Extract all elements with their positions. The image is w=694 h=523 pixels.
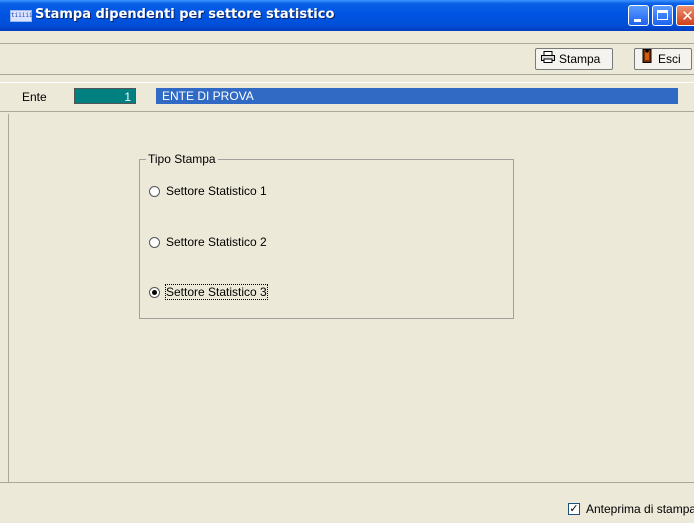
minimize-button[interactable] — [628, 5, 649, 26]
door-exit-icon — [639, 49, 655, 69]
stampa-button[interactable]: Stampa — [535, 48, 613, 70]
anteprima-label: Anteprima di stampa — [586, 502, 694, 516]
ente-name-field: ENTE DI PROVA — [156, 88, 678, 104]
app-icon: tiiiii — [10, 10, 33, 22]
radio-option-settore-1[interactable]: Settore Statistico 1 — [149, 183, 267, 199]
radio-button[interactable] — [149, 236, 160, 248]
esci-button[interactable]: Esci — [634, 48, 692, 70]
stampa-label: Stampa — [559, 52, 601, 66]
radio-button[interactable] — [149, 185, 160, 197]
close-button[interactable]: ✕ — [676, 5, 694, 26]
menu-strip — [0, 31, 694, 44]
radio-label: Settore Statistico 2 — [166, 235, 267, 249]
radio-label: Settore Statistico 1 — [166, 184, 267, 198]
radio-option-settore-3[interactable]: Settore Statistico 3 — [149, 284, 268, 300]
status-bar: ✓ Anteprima di stampa — [0, 482, 694, 523]
minimize-icon — [634, 19, 641, 22]
radio-label: Settore Statistico 3 — [165, 284, 268, 300]
window-title: Stampa dipendenti per settore statistico — [35, 7, 335, 22]
toolbar: Stampa Esci — [0, 44, 694, 75]
anteprima-checkbox[interactable]: ✓ — [568, 503, 580, 515]
maximize-icon — [657, 10, 668, 20]
ente-label: Ente — [22, 90, 47, 104]
ente-row: Ente 1 ENTE DI PROVA — [0, 82, 694, 112]
tipo-stampa-legend: Tipo Stampa — [146, 152, 218, 166]
close-icon: ✕ — [681, 7, 694, 25]
esci-label: Esci — [658, 52, 681, 66]
ente-code-field[interactable]: 1 — [74, 88, 136, 104]
title-bar: tiiiii Stampa dipendenti per settore sta… — [0, 0, 694, 31]
radio-option-settore-2[interactable]: Settore Statistico 2 — [149, 234, 267, 250]
anteprima-checkbox-row[interactable]: ✓ Anteprima di stampa — [568, 502, 694, 516]
printer-icon — [540, 49, 556, 69]
maximize-button[interactable] — [652, 5, 673, 26]
radio-button-selected[interactable] — [149, 286, 160, 298]
